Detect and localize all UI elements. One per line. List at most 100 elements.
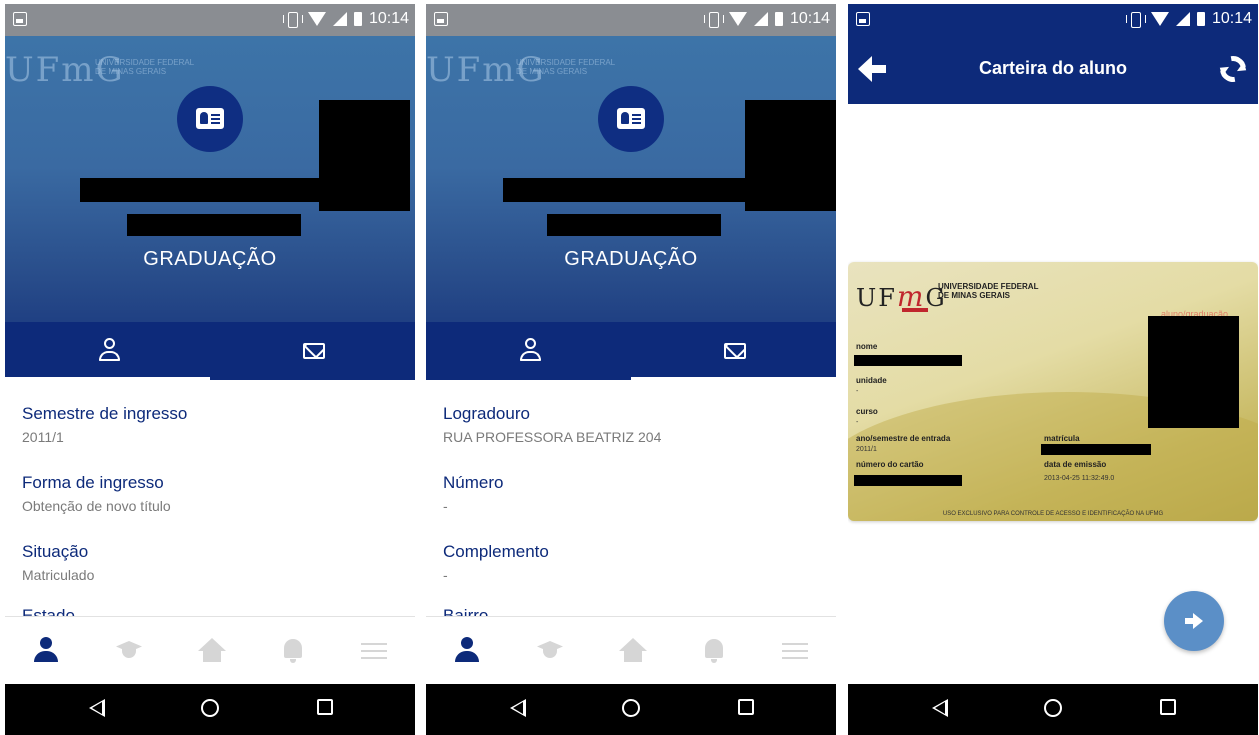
card-value-unidade: - <box>856 388 859 395</box>
tab-personal-info[interactable] <box>426 322 631 380</box>
tab-contact[interactable] <box>210 322 415 380</box>
profile-tabbar <box>5 322 415 380</box>
vibrate-icon <box>282 12 303 28</box>
card-label-nome: nome <box>856 342 878 351</box>
android-navigation-bar <box>426 684 836 735</box>
card-label-matricula: matrícula <box>1044 434 1080 443</box>
back-icon[interactable] <box>510 699 526 717</box>
card-label-unidade: unidade <box>856 376 887 385</box>
page-title: Carteira do aluno <box>978 58 1128 78</box>
field-bairro: Bairro <box>443 606 489 616</box>
home-circle-icon[interactable] <box>201 699 219 717</box>
home-circle-icon[interactable] <box>1044 699 1062 717</box>
battery-icon <box>353 12 362 26</box>
battery-icon <box>1196 12 1205 26</box>
nav-profile-icon[interactable] <box>32 637 60 665</box>
home-circle-icon[interactable] <box>622 699 640 717</box>
screenshot-notification-icon <box>856 12 870 26</box>
arrow-right-icon <box>1185 613 1203 629</box>
refresh-icon[interactable] <box>1214 50 1252 88</box>
card-value-emissao: 2013-04-25 11:32:49.0 <box>1044 475 1115 482</box>
field-forma-ingresso: Forma de ingresso Obtenção de novo títul… <box>22 473 171 514</box>
battery-icon <box>774 12 783 26</box>
program-level-title: GRADUAÇÃO <box>564 248 698 270</box>
nav-graduation-cap-icon[interactable] <box>536 637 564 665</box>
status-time: 10:14 <box>789 10 830 27</box>
status-bar: 10:14 <box>5 4 415 36</box>
person-icon <box>98 338 120 362</box>
redacted-card-name <box>854 355 962 366</box>
screenshot-notification-icon <box>13 12 27 26</box>
nav-bell-icon[interactable] <box>279 637 307 665</box>
tab-contact[interactable] <box>631 322 836 380</box>
cell-signal-icon <box>753 12 768 26</box>
faint-university-name: UNIVERSIDADE FEDERAL DE MINAS GERAIS <box>95 58 195 76</box>
redacted-photo <box>319 100 410 211</box>
profile-fields-list[interactable]: Semestre de ingresso 2011/1 Forma de ing… <box>5 380 415 616</box>
redacted-name <box>80 178 330 202</box>
field-numero: Número - <box>443 473 504 514</box>
student-id-badge <box>598 86 664 152</box>
nav-menu-icon[interactable] <box>360 637 388 665</box>
redacted-photo <box>745 100 836 211</box>
redacted-matricula <box>1041 444 1151 455</box>
recent-apps-icon[interactable] <box>738 699 754 715</box>
person-icon <box>519 338 541 362</box>
field-logradouro: Logradouro RUA PROFESSORA BEATRIZ 204 <box>443 404 662 445</box>
mail-icon <box>303 343 325 359</box>
app-bar: Carteira do aluno <box>848 36 1258 104</box>
android-navigation-bar <box>5 684 415 735</box>
status-bar: 10:14 <box>426 4 836 36</box>
field-semestre: Semestre de ingresso 2011/1 <box>22 404 188 445</box>
redacted-id <box>127 214 301 236</box>
redacted-card-number <box>854 475 962 486</box>
profile-screen-academic: 10:14 UFmG UNIVERSIDADE FEDERAL DE MINAS… <box>5 4 415 735</box>
recent-apps-icon[interactable] <box>317 699 333 715</box>
id-card-icon <box>617 108 645 129</box>
student-id-badge <box>177 86 243 152</box>
profile-header: UFmG UNIVERSIDADE FEDERAL DE MINAS GERAI… <box>426 36 836 326</box>
card-university-name: UNIVERSIDADE FEDERAL DE MINAS GERAIS <box>938 282 1039 300</box>
contact-fields-list[interactable]: Logradouro RUA PROFESSORA BEATRIZ 204 Nú… <box>426 380 836 616</box>
nav-home-icon[interactable] <box>619 637 647 665</box>
card-footer: USO EXCLUSIVO PARA CONTROLE DE ACESSO E … <box>942 511 1164 517</box>
student-card-screen: 10:14 Carteira do aluno UFmG UNIVERSIDAD… <box>848 4 1258 735</box>
program-level-title: GRADUAÇÃO <box>143 248 277 270</box>
nav-profile-icon[interactable] <box>453 637 481 665</box>
redacted-name <box>503 178 753 202</box>
cell-signal-icon <box>1175 12 1190 26</box>
card-label-numero: número do cartão <box>856 460 924 469</box>
vibrate-icon <box>1125 12 1146 28</box>
card-label-curso: curso <box>856 407 878 416</box>
status-time: 10:14 <box>368 10 409 27</box>
vibrate-icon <box>703 12 724 28</box>
card-label-emissao: data de emissão <box>1044 460 1107 469</box>
field-situacao: Situação Matriculado <box>22 542 95 583</box>
redacted-card-photo <box>1148 316 1239 428</box>
screenshot-notification-icon <box>434 12 448 26</box>
wifi-icon <box>1150 12 1169 26</box>
field-estado: Estado <box>22 606 75 616</box>
nav-bell-icon[interactable] <box>700 637 728 665</box>
nav-home-icon[interactable] <box>198 637 226 665</box>
tab-personal-info[interactable] <box>5 322 210 380</box>
wifi-icon <box>307 12 326 26</box>
faint-university-name: UNIVERSIDADE FEDERAL DE MINAS GERAIS <box>516 58 616 76</box>
nav-menu-icon[interactable] <box>781 637 809 665</box>
profile-screen-contact: 10:14 UFmG UNIVERSIDADE FEDERAL DE MINAS… <box>426 4 836 735</box>
next-fab-button[interactable] <box>1164 591 1224 651</box>
card-value-curso: - <box>856 419 859 426</box>
cell-signal-icon <box>332 12 347 26</box>
back-icon[interactable] <box>932 699 948 717</box>
card-value-ano: 2011/1 <box>856 446 877 453</box>
recent-apps-icon[interactable] <box>1160 699 1176 715</box>
bottom-navigation <box>426 616 836 684</box>
bottom-navigation <box>5 616 415 684</box>
profile-header: UFmG UNIVERSIDADE FEDERAL DE MINAS GERAI… <box>5 36 415 326</box>
field-complemento: Complemento - <box>443 542 549 583</box>
nav-graduation-cap-icon[interactable] <box>115 637 143 665</box>
student-id-card: UFmG UNIVERSIDADE FEDERAL DE MINAS GERAI… <box>848 262 1258 521</box>
id-card-icon <box>196 108 224 129</box>
back-icon[interactable] <box>89 699 105 717</box>
status-bar: 10:14 <box>848 4 1258 36</box>
